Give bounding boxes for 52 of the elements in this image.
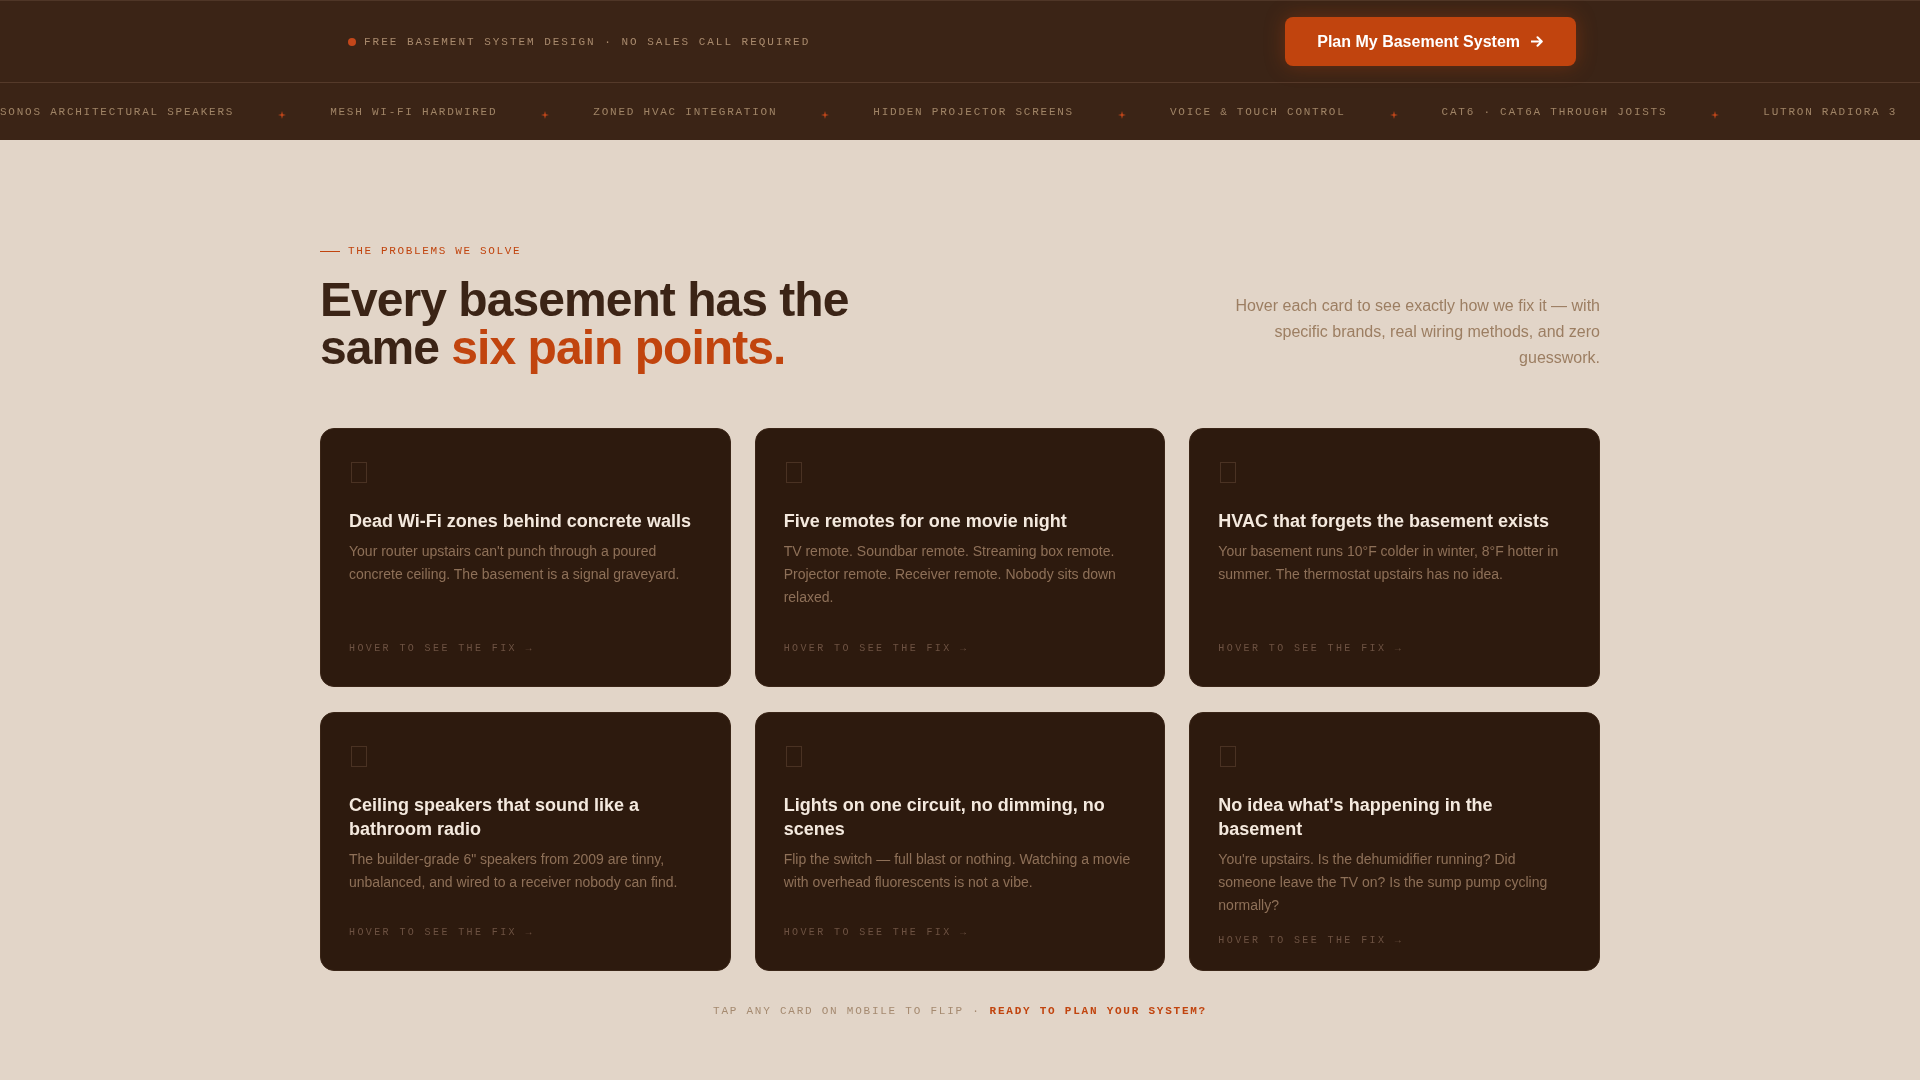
hover-hint: HOVER TO SEE THE FIX → [1218,643,1404,655]
card-description: The builder-grade 6" speakers from 2009 are tinny, unbalanced, and wired to a receiver nobody can find. [349,850,679,892]
card-description: TV remote. Soundbar remote. Streaming box remote. Projector remote. Receiver remote. Nobody sits down relaxed. [783,542,1117,607]
sparkle-icon [278,110,287,119]
card-title: Lights on one circuit, no dimming, no scenes [783,794,1106,841]
hover-hint: HOVER TO SEE THE FIX → [349,643,534,655]
arrow-right-icon [1531,36,1543,47]
sparkle-icon [1389,110,1398,119]
sparkle-icon [1711,110,1720,119]
section-intro: Hover each card to see exactly how we fix it — with specific brands, real wiring methods, and zero guesswork. [1234,296,1600,368]
card-description: You're upstairs. Is the dehumidifier running? Did someone leave the TV on? Is the sump pump cycling normally? [1218,850,1549,915]
ticker-item: MESH WI-FI HARDWIRED [330,104,498,119]
problem-card[interactable]: Lights on one circuit, no dimming, no scenes Flip the switch — full blast or nothing. Watching a movie with overhead fluorescents is not a vibe. HOVER TO SEE THE FIX → [754,712,1166,971]
rectangle-outline-icon [785,746,802,767]
footer-note: TAP ANY CARD ON MOBILE TO FLIP · [713,1004,981,1018]
plan-system-link[interactable]: READY TO PLAN YOUR SYSTEM? [989,1004,1207,1018]
ticker-item: SONOS ARCHITECTURAL SPEAKERS [0,104,235,119]
rectangle-outline-icon [1220,746,1237,767]
rectangle-outline-icon [785,462,802,483]
card-description: Your router upstairs can't punch through a poured concrete ceiling. The basement is a signal graveyard. [349,542,681,584]
problem-card[interactable]: Dead Wi-Fi zones behind concrete walls Your router upstairs can't punch through a poured concrete ceiling. The basement is a signal graveyard. HOVER TO SEE THE FIX → [320,428,731,687]
problem-card[interactable]: HVAC that forgets the basement exists Your basement runs 10°F colder in winter, 8°F hotter in summer. The thermostat upstairs has no idea. HOVER TO SEE THE FIX → [1189,428,1600,687]
ticker-item: VOICE & TOUCH CONTROL [1170,104,1346,119]
section-eyebrow: THE PROBLEMS WE SOLVE [348,244,522,258]
ticker-item: ZONED HVAC INTEGRATION [593,104,778,119]
problem-card[interactable]: No idea what's happening in the basement You're upstairs. Is the dehumidifier running? Did someone leave the TV on? Is the sump pump cycling normally? HOVER TO SEE THE FIX → [1189,712,1600,971]
hover-hint: HOVER TO SEE THE FIX → [349,927,534,939]
card-description: Flip the switch — full blast or nothing. Watching a movie with overhead fluorescents is not a vibe. [783,850,1132,892]
problem-card[interactable]: Five remotes for one movie night TV remote. Soundbar remote. Streaming box remote. Projector remote. Receiver remote. Nobody sits down relaxed. HOVER TO SEE THE FIX → [754,428,1166,687]
hover-hint: HOVER TO SEE THE FIX → [1218,935,1404,947]
card-title: HVAC that forgets the basement exists [1218,510,1551,533]
ticker-item: CAT6 · CAT6A THROUGH JOISTS [1441,104,1668,119]
card-title: Dead Wi-Fi zones behind concrete walls [349,510,692,533]
rectangle-outline-icon [1220,462,1237,483]
rectangle-outline-icon [351,746,367,767]
card-title: No idea what's happening in the basement [1218,794,1494,841]
problem-card[interactable]: Ceiling speakers that sound like a bathroom radio The builder-grade 6" speakers from 2009 are tinny, unbalanced, and wired to a receiver nobody can find. HOVER TO SEE THE FIX → [320,712,731,971]
sparkle-icon [1118,110,1126,119]
sparkle-icon [541,110,550,119]
announcement-text: FREE BASEMENT SYSTEM DESIGN · NO SALES CALL REQUIRED [364,34,811,49]
card-description: Your basement runs 10°F colder in winter, 8°F hotter in summer. The thermostat upstairs has no idea. [1218,542,1560,584]
card-title: Ceiling speakers that sound like a bathroom radio [349,794,641,841]
plan-system-button[interactable]: Plan My Basement System [1285,17,1576,66]
sparkle-icon [821,110,830,119]
section-heading: Every basement has the same six pain points. [320,276,850,372]
ticker-item: HIDDEN PROJECTOR SCREENS [873,104,1074,119]
card-title: Five remotes for one movie night [783,510,1068,533]
hover-hint: HOVER TO SEE THE FIX → [783,927,969,939]
rectangle-outline-icon [351,462,367,483]
hover-hint: HOVER TO SEE THE FIX → [783,643,969,655]
dot-icon [348,37,356,46]
ticker-item: LUTRON RADIORA 3 [1763,104,1898,119]
